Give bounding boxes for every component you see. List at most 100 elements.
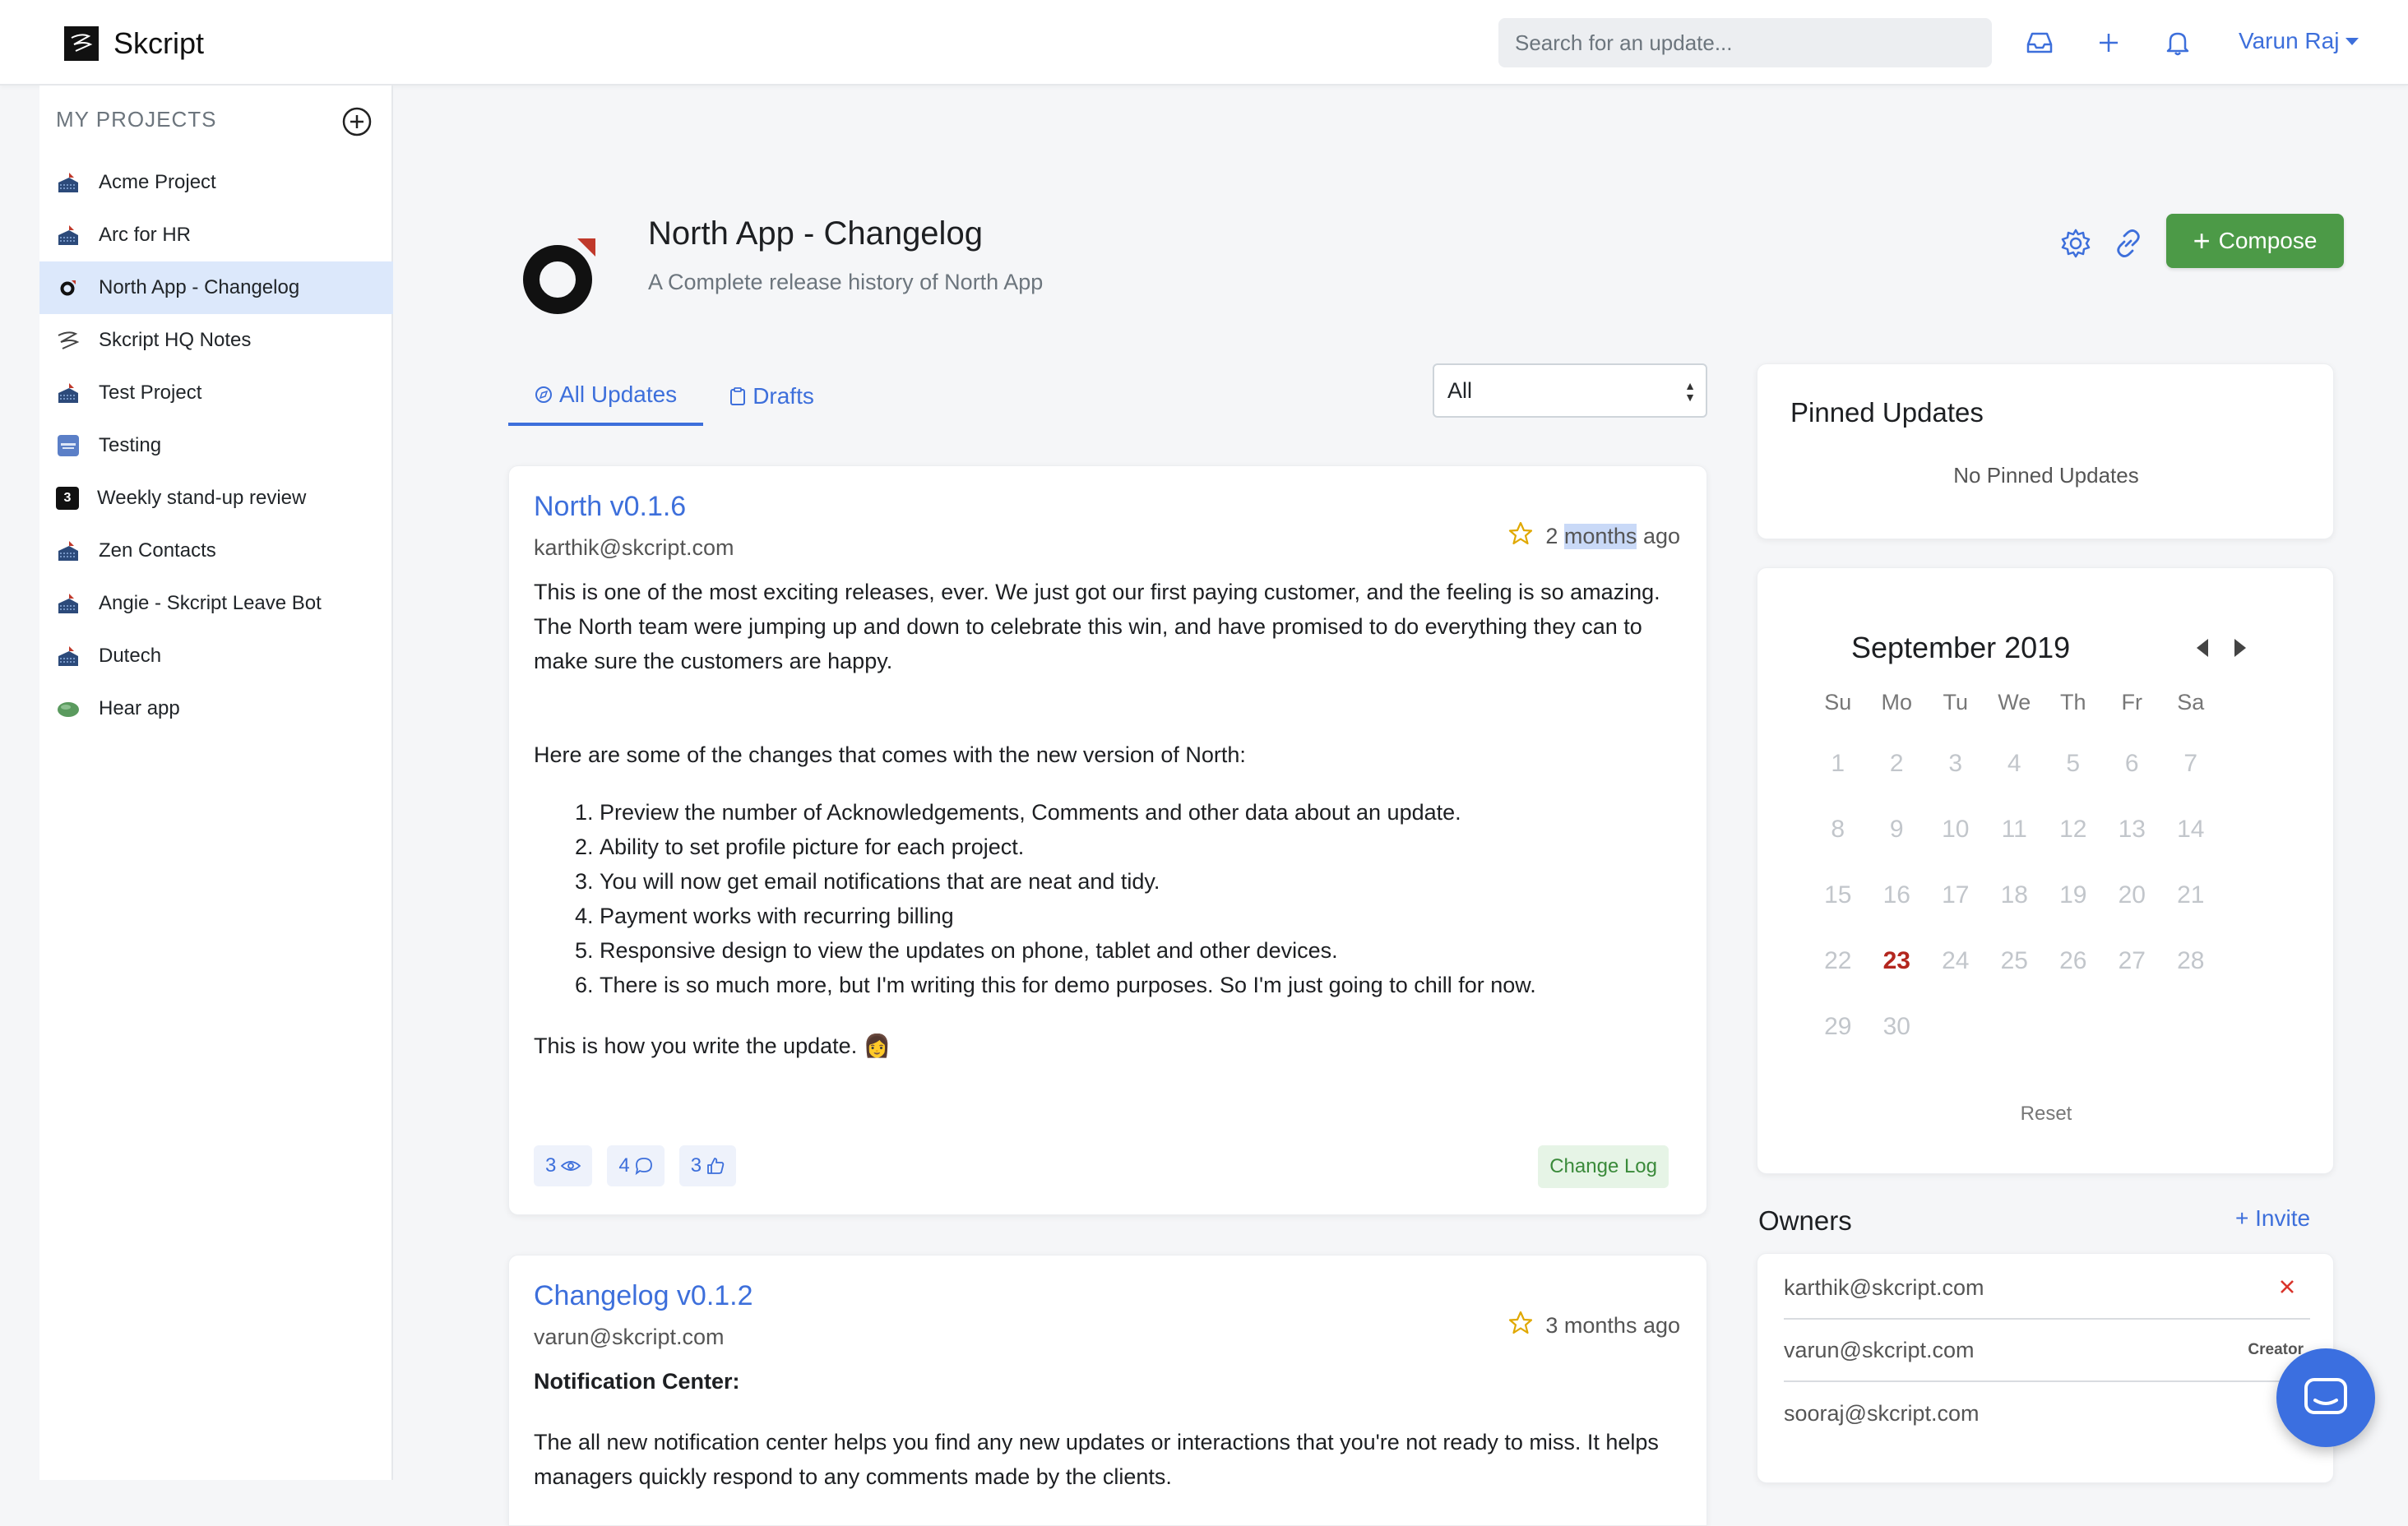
owners-title: Owners <box>1758 1205 1852 1236</box>
sidebar-item-hear-app[interactable]: Hear app <box>39 682 393 735</box>
comments-counter[interactable]: 4 <box>607 1145 665 1186</box>
update-title[interactable]: Changelog v0.1.2 <box>534 1280 753 1312</box>
likes-counter[interactable]: 3 <box>678 1145 737 1186</box>
calendar-day[interactable]: 17 <box>1926 862 1985 928</box>
calendar-day[interactable]: 8 <box>1808 797 1868 862</box>
ship-icon <box>56 223 81 247</box>
sidebar-item-test-project[interactable]: Test Project <box>39 367 393 419</box>
calendar-day[interactable]: 7 <box>2161 731 2220 797</box>
tab-drafts[interactable]: Drafts <box>703 367 840 426</box>
sidebar-item-acme-project[interactable]: Acme Project <box>39 156 393 209</box>
ship-icon <box>56 170 81 195</box>
calendar-day[interactable]: 23 <box>1868 928 1927 994</box>
search-input[interactable] <box>1498 18 1992 67</box>
compose-button[interactable]: + Compose <box>2166 214 2344 268</box>
calendar-grid: Su Mo Tu We Th Fr Sa 1 2 3 4 5 6 7 8 9 10 11 12 13 14 15 16 17 1… <box>1808 690 2220 1060</box>
calendar-weekday: Th <box>2059 690 2086 714</box>
category-tag[interactable]: Change Log <box>1538 1145 1669 1188</box>
calendar-day[interactable]: 9 <box>1868 797 1927 862</box>
list-item: There is so much more, but I'm writing t… <box>600 968 1685 1002</box>
compass-icon <box>535 386 552 403</box>
update-title[interactable]: North v0.1.6 <box>534 491 686 523</box>
calendar-day[interactable]: 30 <box>1868 994 1927 1060</box>
calendar-day[interactable]: 25 <box>1985 928 2044 994</box>
skcript-logo-icon <box>64 26 99 61</box>
page-subtitle: A Complete release history of North App <box>648 270 1044 294</box>
prev-month-icon[interactable] <box>2190 636 2215 660</box>
calendar-day[interactable]: 19 <box>2044 862 2103 928</box>
views-counter[interactable]: 3 <box>534 1145 593 1186</box>
add-project-icon[interactable] <box>340 105 373 138</box>
ship-icon <box>56 539 81 563</box>
calendar-day[interactable]: 14 <box>2161 797 2220 862</box>
sidebar-item-north-app-changelog[interactable]: North App - Changelog <box>39 261 393 314</box>
bell-icon[interactable] <box>2161 26 2194 59</box>
link-icon[interactable] <box>2110 225 2146 261</box>
calendar-day[interactable]: 13 <box>2103 797 2162 862</box>
remove-owner-icon[interactable] <box>2276 1275 2299 1304</box>
inbox-icon[interactable] <box>2023 26 2056 59</box>
north-logo-icon <box>56 275 81 300</box>
calendar-day[interactable]: 4 <box>1985 731 2044 797</box>
sidebar-item-skcript-hq-notes[interactable]: Skcript HQ Notes <box>39 314 393 367</box>
calendar-day[interactable]: 20 <box>2103 862 2162 928</box>
top-navbar: Skcript Varun Raj <box>0 0 2408 86</box>
pinned-updates-card: Pinned Updates No Pinned Updates <box>1757 363 2334 539</box>
chat-launcher[interactable] <box>2276 1348 2375 1447</box>
sidebar-item-angie-skcript-leave-bot[interactable]: Angie - Skcript Leave Bot <box>39 577 393 630</box>
sidebar-item-testing[interactable]: Testing <box>39 419 393 472</box>
calendar-card: September 2019 Su Mo Tu We Th Fr Sa 1 2 3 4 5 6 7 8 9 10… <box>1757 567 2334 1174</box>
calendar-day[interactable]: 29 <box>1808 994 1868 1060</box>
sidebar: MY PROJECTS Acme Project Arc for HR Nort… <box>39 86 393 1480</box>
next-month-icon[interactable] <box>2228 636 2253 660</box>
calendar-day[interactable]: 24 <box>1926 928 1985 994</box>
update-author: karthik@skcript.com <box>534 535 734 560</box>
owner-row: karthik@skcript.com <box>1784 1257 2310 1320</box>
calendar-day[interactable]: 16 <box>1868 862 1927 928</box>
calendar-day[interactable]: 27 <box>2103 928 2162 994</box>
sidebar-item-weekly-stand-up-review[interactable]: 3 Weekly stand-up review <box>39 472 393 525</box>
calendar-day[interactable]: 6 <box>2103 731 2162 797</box>
calendar-day[interactable]: 22 <box>1808 928 1868 994</box>
skcript-logo-icon <box>56 328 81 353</box>
user-menu[interactable]: Varun Raj <box>2239 28 2359 54</box>
star-icon[interactable] <box>1507 520 1534 553</box>
calendar-day[interactable]: 10 <box>1926 797 1985 862</box>
chat-icon <box>2304 1378 2347 1414</box>
sidebar-item-zen-contacts[interactable]: Zen Contacts <box>39 525 393 577</box>
gear-icon[interactable] <box>2058 225 2094 261</box>
update-counters: 3 4 3 <box>534 1145 751 1186</box>
calendar-day[interactable]: 18 <box>1985 862 2044 928</box>
filter-select[interactable]: All ▲ ▼ <box>1433 363 1707 418</box>
calendar-day[interactable]: 5 <box>2044 731 2103 797</box>
calendar-day[interactable]: 26 <box>2044 928 2103 994</box>
calendar-day[interactable]: 28 <box>2161 928 2220 994</box>
update-meta: 3 months ago <box>1507 1310 1680 1342</box>
calendar-day[interactable]: 12 <box>2044 797 2103 862</box>
add-icon[interactable] <box>2092 26 2125 59</box>
calendar-day[interactable]: 3 <box>1926 731 1985 797</box>
list-item: Payment works with recurring billing <box>600 899 1685 933</box>
calendar-weekday: Tu <box>1943 690 1968 714</box>
calendar-day[interactable]: 21 <box>2161 862 2220 928</box>
tab-all-updates[interactable]: All Updates <box>508 367 704 426</box>
calendar-weekday: Mo <box>1881 690 1912 714</box>
update-body: This is one of the most exciting release… <box>534 575 1685 1063</box>
calendar-day[interactable]: 11 <box>1985 797 2044 862</box>
eye-icon <box>561 1161 581 1171</box>
invite-button[interactable]: + Invite <box>2235 1205 2310 1232</box>
pinned-empty-text: No Pinned Updates <box>1953 463 2139 488</box>
update-meta: 2 months ago <box>1507 520 1680 553</box>
star-icon[interactable] <box>1507 1310 1534 1342</box>
calendar-day[interactable]: 2 <box>1868 731 1927 797</box>
clipboard-icon <box>730 387 746 405</box>
calendar-reset-button[interactable]: Reset <box>1757 1103 2335 1126</box>
brand[interactable]: Skcript <box>64 26 204 61</box>
thumbs-up-icon <box>707 1158 725 1174</box>
sidebar-item-arc-for-hr[interactable]: Arc for HR <box>39 209 393 261</box>
sidebar-item-dutech[interactable]: Dutech <box>39 630 393 682</box>
changes-list: Preview the number of Acknowledgements, … <box>534 795 1685 1002</box>
calendar-weekday: We <box>1998 690 2031 714</box>
calendar-day[interactable]: 1 <box>1808 731 1868 797</box>
calendar-day[interactable]: 15 <box>1808 862 1868 928</box>
